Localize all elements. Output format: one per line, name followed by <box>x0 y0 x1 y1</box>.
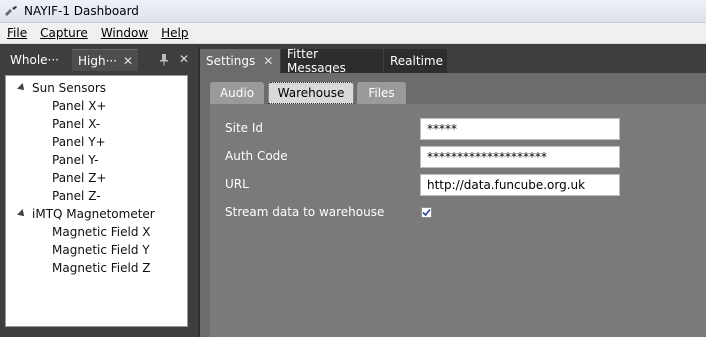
close-icon[interactable]: ✕ <box>263 54 273 68</box>
tab-high-label: High··· <box>78 53 118 68</box>
subtab-files[interactable]: Files <box>357 82 406 104</box>
tree-leaf[interactable]: Panel Z+ <box>52 169 106 187</box>
menu-capture[interactable]: Capture <box>33 26 94 40</box>
close-icon[interactable]: ✕ <box>123 54 133 68</box>
tree-leaf[interactable]: Panel Y+ <box>52 133 106 151</box>
url-label: URL <box>225 177 249 191</box>
panel-close-icon[interactable]: ✕ <box>179 52 189 66</box>
tree-leaf[interactable]: Panel Z- <box>52 187 101 205</box>
subtab-warehouse-label: Warehouse <box>277 86 345 100</box>
subtab-warehouse[interactable]: Warehouse <box>268 82 354 104</box>
menu-file[interactable]: File <box>0 26 33 40</box>
subtab-audio[interactable]: Audio <box>210 82 264 104</box>
tree-leaf[interactable]: Panel X- <box>52 115 100 133</box>
auth-code-label: Auth Code <box>225 149 288 163</box>
subtab-files-label: Files <box>368 86 395 100</box>
checkmark-icon <box>422 208 431 217</box>
menu-help[interactable]: Help <box>154 26 194 40</box>
expanded-arrow-icon[interactable] <box>17 83 27 93</box>
tree-leaf[interactable]: Panel X+ <box>52 97 106 115</box>
tab-realtime[interactable]: Realtime <box>384 49 447 73</box>
tree-node-magnetometer[interactable]: iMTQ Magnetometer <box>17 205 155 223</box>
tab-realtime-label: Realtime <box>390 54 443 68</box>
stream-label: Stream data to warehouse <box>225 205 385 219</box>
settings-content: Audio Warehouse Files Site Id ***** Auth… <box>200 73 706 337</box>
menu-window-mnemonic: Window <box>100 26 149 40</box>
satellite-icon <box>4 4 18 18</box>
window-title: NAYIF-1 Dashboard <box>24 4 139 18</box>
pin-icon[interactable] <box>159 53 169 67</box>
tab-whole-label: Whole··· <box>10 53 59 67</box>
warehouse-form: Site Id ***** Auth Code ****************… <box>210 104 706 337</box>
tab-fitter-messages[interactable]: Fitter Messages <box>281 47 383 75</box>
menu-file-mnemonic: File <box>7 26 28 40</box>
url-field[interactable]: http://data.funcube.org.uk <box>420 174 620 196</box>
tree-node-sun-sensors[interactable]: Sun Sensors <box>17 79 107 97</box>
sensor-tree: Sun Sensors Panel X+ Panel X- Panel Y+ P… <box>5 75 188 327</box>
site-id-field[interactable]: ***** <box>420 118 620 140</box>
auth-code-field[interactable]: ******************** <box>420 146 620 168</box>
tab-settings-label: Settings <box>206 54 256 68</box>
subtab-audio-label: Audio <box>219 86 255 100</box>
expanded-arrow-icon[interactable] <box>17 209 27 219</box>
menu-bar: File Capture Window Help <box>0 23 706 44</box>
tree-leaf[interactable]: Panel Y- <box>52 151 98 169</box>
tree-node-label: iMTQ Magnetometer <box>32 207 155 221</box>
menu-window[interactable]: Window <box>94 26 154 40</box>
menu-help-mnemonic: Help <box>161 26 189 40</box>
tree-leaf[interactable]: Magnetic Field X <box>52 223 151 241</box>
tab-fitter-messages-label: Fitter Messages <box>287 47 346 75</box>
tab-settings[interactable]: Settings ✕ <box>200 49 280 73</box>
stream-checkbox[interactable] <box>421 207 432 218</box>
menu-capture-mnemonic: Capture <box>40 26 88 40</box>
tab-whole[interactable]: Whole··· <box>4 49 72 71</box>
tree-node-label: Sun Sensors <box>32 81 107 95</box>
tab-high[interactable]: High··· ✕ <box>72 49 138 71</box>
main-tabs: Settings ✕ Fitter Messages Realtime <box>200 47 706 75</box>
site-id-label: Site Id <box>225 121 264 135</box>
tree-leaf[interactable]: Magnetic Field Z <box>52 259 151 277</box>
tree-leaf[interactable]: Magnetic Field Y <box>52 241 150 259</box>
title-bar: NAYIF-1 Dashboard <box>0 0 706 23</box>
